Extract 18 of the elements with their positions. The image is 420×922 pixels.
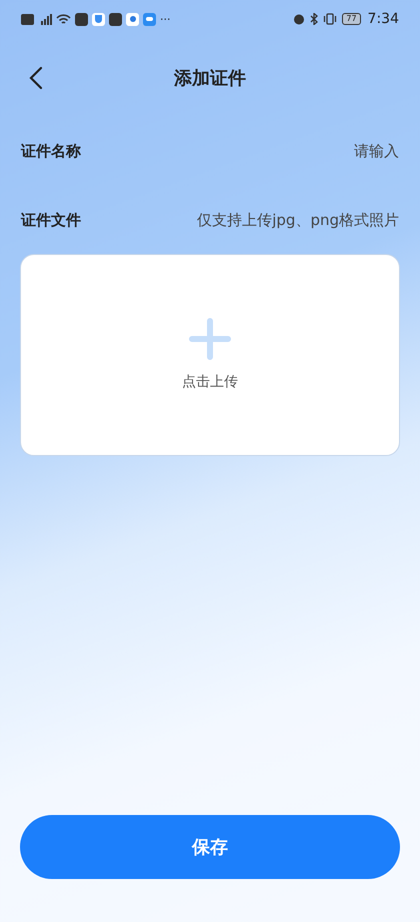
- clock-time: 7:34: [368, 10, 399, 28]
- format-hint: 仅支持上传jpg、png格式照片: [197, 210, 399, 231]
- save-button[interactable]: 保存: [20, 815, 400, 879]
- more-notifications: ···: [160, 14, 170, 24]
- back-icon: [29, 66, 43, 90]
- plus-icon: [189, 318, 231, 360]
- name-input-field[interactable]: 请输入: [199, 140, 399, 162]
- upload-area[interactable]: 点击上传: [20, 254, 400, 456]
- vibrate-icon: [323, 13, 338, 25]
- bluetooth-icon: [310, 13, 318, 25]
- page-title: 添加证件: [174, 66, 246, 90]
- app-icon: [126, 12, 139, 26]
- wifi-icon: [56, 14, 71, 24]
- field-label: 证件文件: [21, 210, 81, 231]
- battery-indicator: 77: [342, 13, 361, 25]
- signal-icon: [38, 14, 52, 24]
- shield-icon: [92, 12, 105, 26]
- field-label: 证件名称: [21, 140, 81, 162]
